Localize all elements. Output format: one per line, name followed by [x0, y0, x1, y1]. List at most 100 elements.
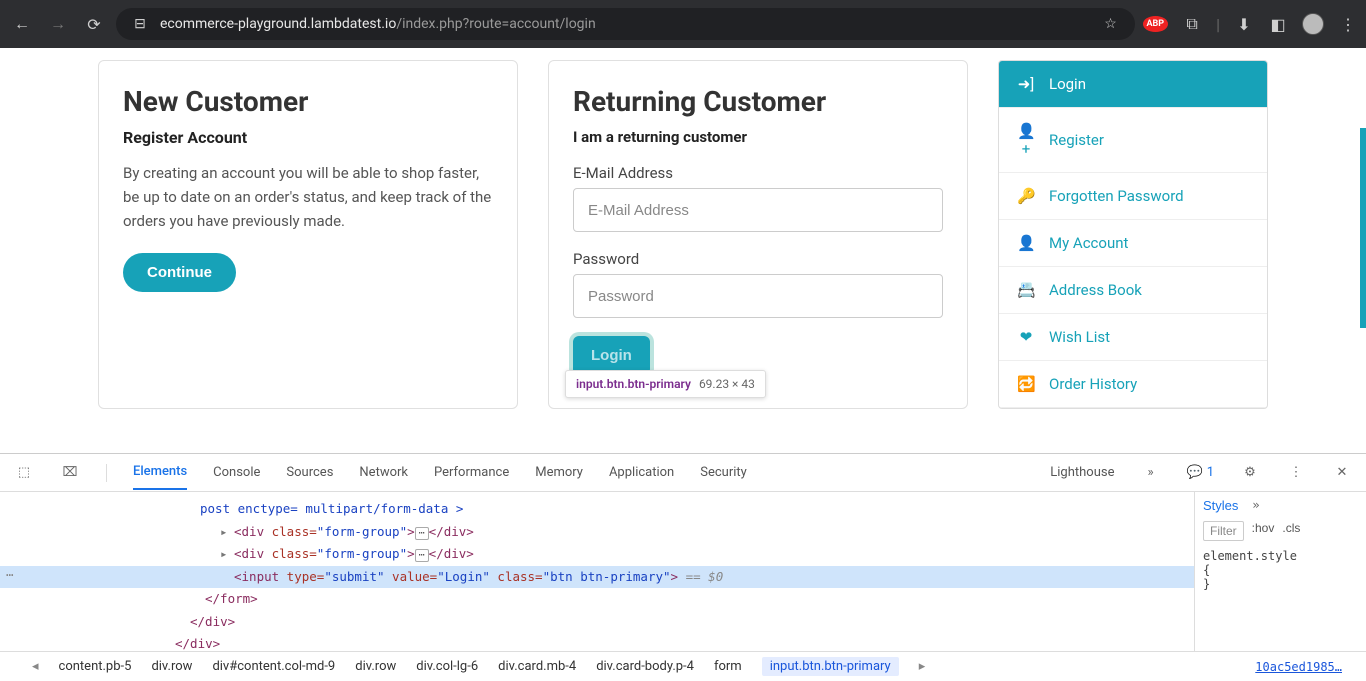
crumb[interactable]: div.row	[151, 659, 192, 674]
sidebar-item-forgotten-password[interactable]: 🔑 Forgotten Password	[999, 173, 1267, 220]
key-icon: 🔑	[1017, 187, 1035, 205]
reload-button[interactable]: ⟳	[80, 10, 108, 38]
tab-application[interactable]: Application	[609, 456, 674, 489]
line-menu-icon[interactable]: ⋯	[6, 564, 14, 587]
password-field[interactable]	[573, 274, 943, 318]
new-customer-desc: By creating an account you will be able …	[123, 161, 493, 233]
tab-memory[interactable]: Memory	[535, 456, 583, 489]
devtools-tabs: ⬚ ⌧ Elements Console Sources Network Per…	[0, 454, 1366, 492]
cls-toggle[interactable]: .cls	[1282, 521, 1300, 541]
elements-tree[interactable]: post enctype= multipart/form-data > ▸<di…	[0, 492, 1194, 651]
devtools-menu-icon[interactable]: ⋮	[1286, 465, 1306, 480]
tab-lighthouse[interactable]: Lighthouse	[1050, 456, 1114, 489]
inspect-icon[interactable]: ⬚	[14, 465, 34, 480]
sidebar-item-address-book[interactable]: 📇 Address Book	[999, 267, 1267, 314]
html-line: post enctype= multipart/form-data >	[0, 498, 1194, 521]
crumb-selected[interactable]: input.btn.btn-primary	[762, 657, 899, 676]
tab-sources[interactable]: Sources	[286, 456, 333, 489]
html-line[interactable]: ▸<div class="form-group">⋯</div>	[0, 543, 1194, 566]
user-plus-icon: 👤+	[1017, 122, 1035, 158]
crumb[interactable]: div#content.col-md-9	[212, 659, 335, 674]
tab-console[interactable]: Console	[213, 456, 260, 489]
style-source-link[interactable]: 10ac5ed1985…	[1255, 660, 1342, 674]
sidebar-item-wish-list[interactable]: ❤ Wish List	[999, 314, 1267, 361]
url-path: /index.php?route=account/login	[396, 16, 595, 32]
tab-network[interactable]: Network	[359, 456, 408, 489]
address-icon: 📇	[1017, 281, 1035, 299]
crumb[interactable]: div.card-body.p-4	[596, 659, 694, 674]
sidebar-item-label: Forgotten Password	[1049, 187, 1184, 205]
sidebar-item-label: Order History	[1049, 375, 1137, 393]
crumb[interactable]: div.row	[355, 659, 396, 674]
tab-performance[interactable]: Performance	[434, 456, 509, 489]
tab-security[interactable]: Security	[700, 456, 747, 489]
close-devtools-icon[interactable]: ✕	[1332, 465, 1352, 480]
devtools-panel: ⬚ ⌧ Elements Console Sources Network Per…	[0, 453, 1366, 681]
device-icon[interactable]: ⌧	[60, 465, 80, 480]
tabs-overflow-icon[interactable]: »	[1141, 465, 1161, 480]
styles-overflow-icon[interactable]: »	[1252, 498, 1259, 513]
sidebar-item-label: Register	[1049, 131, 1104, 149]
elements-breadcrumbs: ◂ content.pb-5 div.row div#content.col-m…	[0, 651, 1366, 681]
crumb-next-icon[interactable]: ▸	[919, 659, 926, 674]
crumb[interactable]: div.col-lg-6	[416, 659, 478, 674]
crumb[interactable]: form	[714, 659, 742, 674]
sidebar-item-my-account[interactable]: 👤 My Account	[999, 220, 1267, 267]
styles-tab[interactable]: Styles	[1203, 498, 1238, 513]
panel-icon[interactable]: ◧	[1268, 14, 1288, 34]
tab-elements[interactable]: Elements	[133, 455, 187, 490]
tooltip-selector: input.btn.btn-primary	[576, 377, 691, 391]
html-line[interactable]: </div>	[0, 633, 1194, 651]
browser-toolbar: ← → ⟳ ⊟ ecommerce-playground.lambdatest.…	[0, 0, 1366, 48]
crumb[interactable]: content.pb-5	[59, 659, 132, 674]
profile-avatar[interactable]	[1302, 13, 1324, 35]
crumb[interactable]: div.card.mb-4	[498, 659, 576, 674]
download-icon[interactable]: ⬇	[1234, 14, 1254, 34]
sidebar-item-register[interactable]: 👤+ Register	[999, 108, 1267, 173]
forward-button[interactable]: →	[44, 10, 72, 38]
html-line[interactable]: </div>	[0, 611, 1194, 634]
new-customer-title: New Customer	[123, 85, 493, 118]
bookmark-icon[interactable]: ☆	[1101, 14, 1121, 34]
inspector-tooltip: input.btn.btn-primary 69.23 × 43	[565, 370, 766, 398]
settings-icon[interactable]: ⚙	[1240, 465, 1260, 480]
abp-badge[interactable]: ABP	[1143, 16, 1169, 32]
extensions-icon[interactable]: ⧉	[1182, 14, 1202, 34]
password-label: Password	[573, 250, 943, 268]
heart-icon: ❤	[1017, 328, 1035, 346]
crumb-prev-icon[interactable]: ◂	[32, 659, 39, 674]
back-button[interactable]: ←	[8, 10, 36, 38]
styles-panel: Styles » Filter :hov .cls element.style …	[1194, 492, 1366, 651]
styles-filter[interactable]: Filter	[1203, 521, 1244, 541]
sidebar-item-label: Login	[1049, 75, 1086, 93]
returning-customer-card: Returning Customer I am a returning cust…	[548, 60, 968, 409]
hov-toggle[interactable]: :hov	[1252, 521, 1275, 541]
issues-badge[interactable]: 💬 1	[1187, 465, 1215, 480]
new-customer-card: New Customer Register Account By creatin…	[98, 60, 518, 409]
menu-icon[interactable]: ⋮	[1338, 14, 1358, 34]
sidebar-item-login[interactable]: ➜] Login	[999, 61, 1267, 108]
sidebar-item-label: Address Book	[1049, 281, 1142, 299]
email-field[interactable]	[573, 188, 943, 232]
returning-subtitle: I am a returning customer	[573, 128, 943, 146]
html-line-selected[interactable]: <input type="submit" value="Login" class…	[0, 566, 1194, 589]
refresh-icon: 🔁	[1017, 375, 1035, 393]
sidebar-item-order-history[interactable]: 🔁 Order History	[999, 361, 1267, 408]
sidebar-item-label: My Account	[1049, 234, 1128, 252]
style-rule[interactable]: element.style { }	[1203, 549, 1358, 591]
new-customer-subtitle: Register Account	[123, 128, 493, 147]
login-icon: ➜]	[1017, 75, 1035, 93]
email-label: E-Mail Address	[573, 164, 943, 182]
tooltip-dimensions: 69.23 × 43	[699, 377, 755, 391]
page-viewport: New Customer Register Account By creatin…	[0, 48, 1366, 453]
address-bar[interactable]: ⊟ ecommerce-playground.lambdatest.io/ind…	[116, 8, 1135, 40]
html-line[interactable]: </form>	[0, 588, 1194, 611]
browser-right-controls: ABP ⧉ | ⬇ ◧ ⋮	[1143, 13, 1359, 35]
url-host: ecommerce-playground.lambdatest.io	[160, 16, 396, 32]
scrollbar-thumb[interactable]	[1360, 128, 1366, 328]
returning-title: Returning Customer	[573, 85, 943, 118]
continue-button[interactable]: Continue	[123, 253, 236, 292]
account-sidebar: ➜] Login 👤+ Register 🔑 Forgotten Passwor…	[998, 60, 1268, 409]
site-info-icon[interactable]: ⊟	[130, 14, 150, 34]
html-line[interactable]: ▸<div class="form-group">⋯</div>	[0, 521, 1194, 544]
